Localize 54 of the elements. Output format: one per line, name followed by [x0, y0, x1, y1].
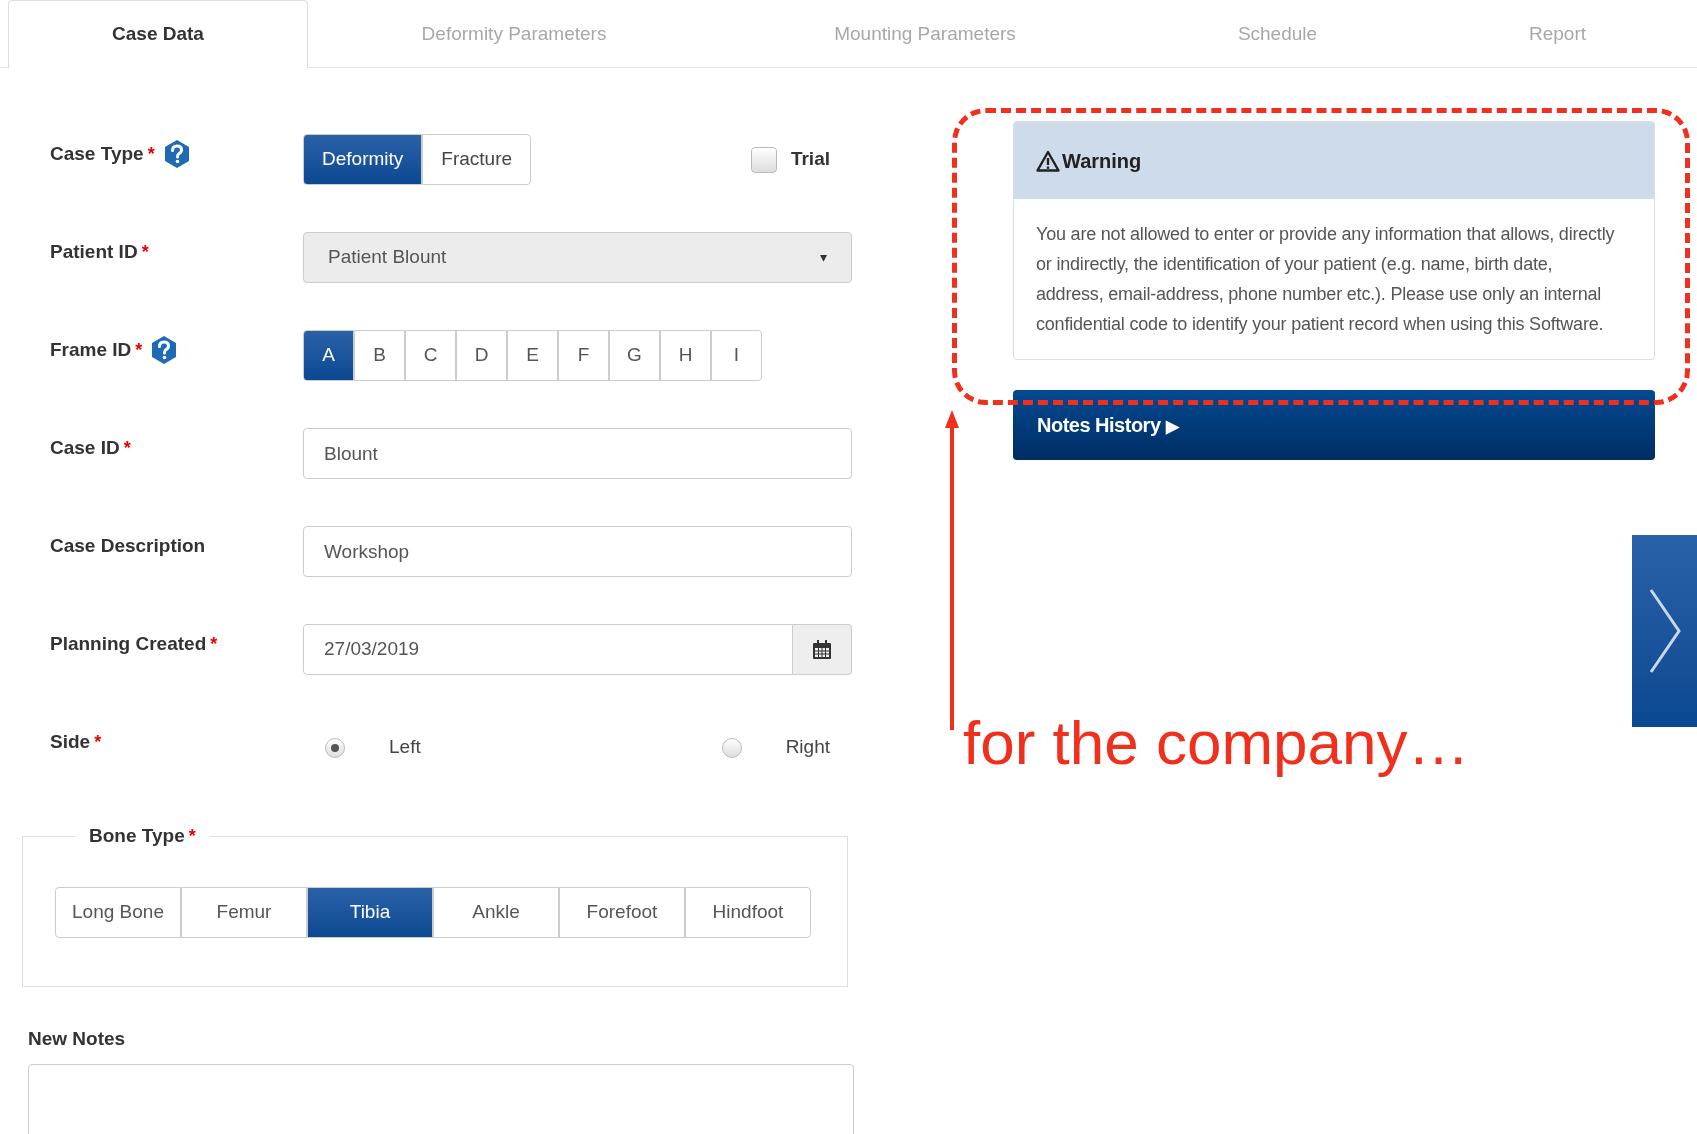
frame-option[interactable]: H [660, 330, 711, 381]
radio-label: Right [785, 735, 830, 760]
date-field[interactable]: 27/03/2019 [303, 624, 793, 675]
frame-option[interactable]: I [711, 330, 762, 381]
side-radio[interactable] [721, 737, 742, 758]
frame-option[interactable]: F [558, 330, 609, 381]
side-radio[interactable] [325, 737, 345, 758]
warning-title: Warning [1062, 148, 1142, 174]
calendar-icon [812, 639, 832, 660]
required-mark: * [141, 240, 149, 264]
warning-text: You are not allowed to enter or provide any information that allows, directly or indirectly, the identification of your patient (e.g. name, birth date, address, email-address, phone number etc.). Please use only an internal confidential code to identify your patient record when using this Software. [1035, 223, 1616, 336]
field-label: Bone Type [89, 825, 185, 846]
radio-label: Left [389, 735, 421, 760]
required-mark: * [123, 436, 131, 460]
field-label: Side [50, 729, 91, 754]
warning-icon [1036, 149, 1060, 172]
bone-type-option[interactable]: Long Bone [55, 886, 181, 938]
field-label: Frame ID [50, 337, 132, 362]
notes-field[interactable] [28, 1063, 854, 1134]
help-icon[interactable] [150, 335, 179, 365]
required-mark: * [135, 338, 143, 362]
case-type-option[interactable]: Deformity [303, 134, 423, 185]
bone-type-option[interactable]: Hindfoot [685, 886, 811, 938]
bone-type-option[interactable]: Femur [181, 886, 307, 938]
field-label: Planning Created [50, 631, 207, 656]
required-mark: * [94, 730, 102, 754]
case-type-option[interactable]: Fracture [422, 134, 532, 185]
trial-label: Trial [790, 147, 830, 172]
required-mark: * [188, 826, 196, 846]
frame-option[interactable]: A [303, 330, 354, 381]
frame-option[interactable]: G [609, 330, 660, 381]
frame-option[interactable]: C [405, 330, 456, 381]
next-panel-button[interactable] [1632, 535, 1697, 727]
trial-checkbox[interactable] [750, 146, 777, 173]
notes-label: New Notes [28, 1027, 127, 1051]
bone-type-option[interactable]: Tibia [307, 886, 433, 938]
text-field[interactable]: Blount [303, 428, 852, 479]
field-label: Case Type [50, 141, 144, 166]
help-icon[interactable] [162, 139, 191, 169]
tab[interactable]: Case Data [8, 0, 308, 68]
frame-option[interactable]: E [507, 330, 558, 381]
required-mark: * [147, 142, 155, 166]
field-label: Case ID [50, 435, 120, 460]
frame-option[interactable]: D [456, 330, 507, 381]
text-field[interactable]: Workshop [303, 526, 852, 577]
bone-type-option[interactable]: Ankle [433, 886, 559, 938]
field-label: Case Description [50, 533, 206, 558]
calendar-button[interactable] [793, 624, 852, 675]
bone-type-option[interactable]: Forefoot [559, 886, 685, 938]
field-label: Patient ID [50, 239, 138, 264]
notes-history-button[interactable]: Notes History ▶ [1013, 390, 1655, 460]
required-mark: * [210, 632, 218, 656]
frame-option[interactable]: B [354, 330, 405, 381]
patient-select[interactable]: Patient Blount ▾ [303, 232, 852, 283]
